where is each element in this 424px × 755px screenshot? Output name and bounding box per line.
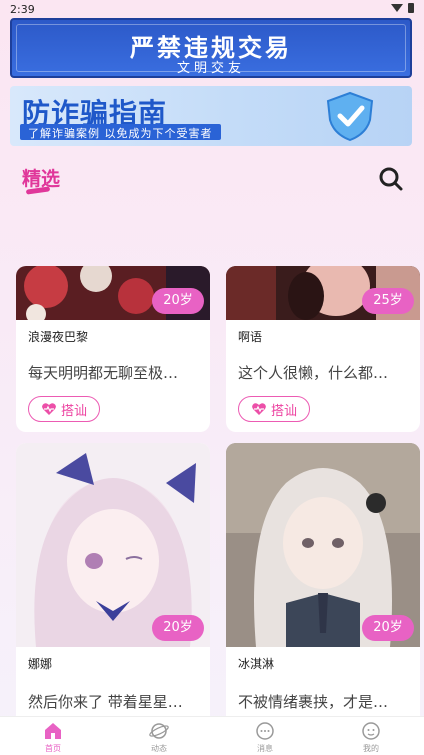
chat-up-label: 搭讪 — [270, 403, 297, 419]
profile-name: 冰淇淋 — [238, 657, 275, 671]
profile-name: 啊语 — [238, 330, 263, 344]
profile-icon — [362, 722, 380, 740]
profile-name: 浪漫夜巴黎 — [28, 330, 89, 344]
status-time: 2:39 — [10, 3, 35, 16]
profile-bio: 不被情绪裹挟，才是… — [238, 693, 389, 711]
notice-banner[interactable]: 严禁违规交易 文明交友 — [10, 18, 412, 78]
section-header: 精选 — [0, 158, 424, 198]
age-badge: 20岁 — [152, 615, 204, 641]
tab-messages[interactable]: 消息 — [212, 717, 318, 755]
chat-up-button[interactable]: 搭讪 — [28, 396, 100, 422]
profile-card[interactable]: 20岁 娜娜 然后你来了 带着星星… — [16, 443, 210, 716]
fraud-guide-subtitle: 了解诈骗案例 以免成为下个受害者 — [20, 124, 221, 140]
profile-name: 娜娜 — [28, 657, 53, 671]
battery-icon — [408, 3, 414, 13]
fraud-guide-banner[interactable]: 防诈骗指南 了解诈骗案例 以免成为下个受害者 — [10, 86, 412, 146]
profile-bio: 这个人很懒，什么都… — [238, 364, 389, 382]
notice-banner-subtitle: 文明交友 — [176, 61, 245, 76]
profile-card[interactable]: 20岁 冰淇淋 不被情绪裹挟，才是… — [226, 443, 420, 716]
tab-home-label: 首页 — [45, 744, 61, 753]
profile-photo: 25岁 — [226, 266, 420, 320]
age-badge: 25岁 — [362, 288, 414, 314]
profile-bio: 然后你来了 带着星星… — [28, 693, 183, 711]
home-icon — [45, 723, 61, 739]
profile-card[interactable]: 25岁 啊语 这个人很懒，什么都… 搭讪 — [226, 266, 420, 432]
age-badge: 20岁 — [362, 615, 414, 641]
search-icon[interactable] — [378, 166, 404, 192]
chat-up-button[interactable]: 搭讪 — [238, 396, 310, 422]
tab-messages-label: 消息 — [257, 744, 273, 753]
tab-profile-label: 我的 — [363, 744, 379, 753]
profile-card[interactable]: 20岁 浪漫夜巴黎 每天明明都无聊至极… 搭讪 — [16, 266, 210, 432]
profile-photo: 20岁 — [16, 443, 210, 647]
profile-grid: 20岁 浪漫夜巴黎 每天明明都无聊至极… 搭讪 25岁 啊语 这个人很懒，什么都… — [0, 266, 424, 716]
profile-photo: 20岁 — [16, 266, 210, 320]
wifi-icon — [391, 4, 403, 12]
heart-pulse-icon — [42, 403, 56, 415]
planet-icon — [149, 723, 169, 739]
tab-moments-label: 动态 — [151, 744, 167, 753]
tab-home[interactable]: 首页 — [0, 717, 106, 755]
tab-profile[interactable]: 我的 — [318, 717, 424, 755]
bottom-tab-bar: 首页 动态 消息 我的 — [0, 716, 424, 755]
status-bar: 2:39 — [0, 0, 424, 18]
heart-pulse-icon — [252, 403, 266, 415]
shield-icon — [326, 91, 374, 142]
status-icons — [391, 3, 414, 13]
profile-photo: 20岁 — [226, 443, 420, 647]
profile-bio: 每天明明都无聊至极… — [28, 364, 179, 382]
message-icon — [256, 722, 274, 740]
tab-moments[interactable]: 动态 — [106, 717, 212, 755]
chat-up-label: 搭讪 — [60, 403, 87, 419]
age-badge: 20岁 — [152, 288, 204, 314]
